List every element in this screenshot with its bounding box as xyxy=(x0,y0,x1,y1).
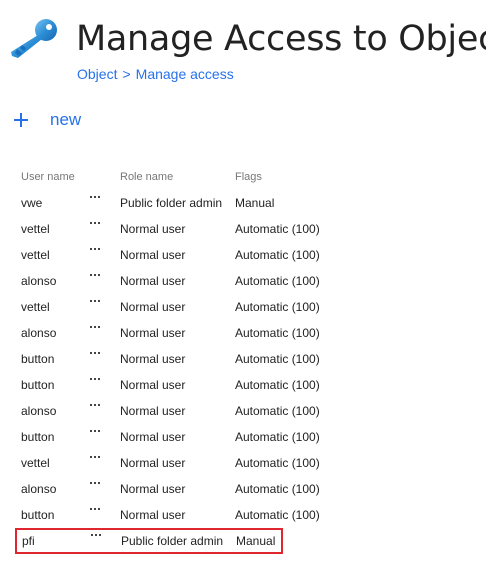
cell-flags: Manual xyxy=(235,196,275,210)
cell-flags: Automatic (100) xyxy=(235,456,320,470)
cell-flags: Automatic (100) xyxy=(235,482,320,496)
column-header-role-name: Role name xyxy=(120,171,174,183)
cell-role-name: Normal user xyxy=(120,274,186,288)
cell-user-name: vwe xyxy=(21,196,43,210)
table-header: User name Role name Flags xyxy=(14,166,474,188)
cell-flags: Automatic (100) xyxy=(235,222,320,236)
more-options-icon[interactable] xyxy=(90,398,102,424)
page-title: Manage Access to Object xyxy=(76,19,486,59)
cell-flags: Automatic (100) xyxy=(235,430,320,444)
cell-user-name: alonso xyxy=(21,404,57,418)
cell-user-name: button xyxy=(21,508,55,522)
cell-role-name: Normal user xyxy=(120,482,186,496)
cell-role-name: Public folder admin xyxy=(120,196,223,210)
cell-flags: Manual xyxy=(236,534,276,548)
cell-role-name: Normal user xyxy=(120,300,186,314)
cell-user-name: vettel xyxy=(21,300,50,314)
table-body: vwe Public folder admin Manual vettel Normal… xyxy=(14,190,474,554)
cell-role-name: Normal user xyxy=(120,352,186,366)
table-row[interactable]: vwe Public folder admin Manual xyxy=(14,190,474,216)
cell-user-name: vettel xyxy=(21,248,50,262)
cell-user-name: alonso xyxy=(21,326,57,340)
cell-flags: Automatic (100) xyxy=(235,248,320,262)
breadcrumb-item-manage-access[interactable]: Manage access xyxy=(136,66,234,82)
cell-user-name: button xyxy=(21,378,55,392)
table-row[interactable]: alonso Normal user Automatic (100) xyxy=(14,476,474,502)
cell-role-name: Public folder admin xyxy=(121,534,224,548)
more-options-icon[interactable] xyxy=(90,476,102,502)
page-header: Manage Access to Object Object > Manage ac… xyxy=(0,0,486,100)
cell-flags: Automatic (100) xyxy=(235,326,320,340)
table-row[interactable]: alonso Normal user Automatic (100) xyxy=(14,268,474,294)
table-row[interactable]: button Normal user Automatic (100) xyxy=(14,372,474,398)
cell-role-name: Normal user xyxy=(120,326,186,340)
more-options-icon[interactable] xyxy=(91,528,103,554)
cell-role-name: Normal user xyxy=(120,248,186,262)
more-options-icon[interactable] xyxy=(90,242,102,268)
new-button[interactable]: new xyxy=(14,108,81,132)
key-icon xyxy=(11,19,57,58)
cell-user-name: alonso xyxy=(21,274,57,288)
more-options-icon[interactable] xyxy=(90,450,102,476)
table-row-selected[interactable]: pfi Public folder admin Manual xyxy=(15,528,283,554)
cell-user-name: button xyxy=(21,430,55,444)
cell-flags: Automatic (100) xyxy=(235,274,320,288)
cell-role-name: Normal user xyxy=(120,404,186,418)
table-row[interactable]: vettel Normal user Automatic (100) xyxy=(14,294,474,320)
cell-user-name: pfi xyxy=(22,534,35,548)
access-table: User name Role name Flags vwe Public fold… xyxy=(14,166,474,554)
more-options-icon[interactable] xyxy=(90,372,102,398)
breadcrumb: Object > Manage access xyxy=(77,64,234,84)
cell-role-name: Normal user xyxy=(120,508,186,522)
cell-user-name: vettel xyxy=(21,222,50,236)
cell-role-name: Normal user xyxy=(120,430,186,444)
table-row[interactable]: vettel Normal user Automatic (100) xyxy=(14,450,474,476)
more-options-icon[interactable] xyxy=(90,294,102,320)
new-button-label: new xyxy=(50,110,82,129)
cell-flags: Automatic (100) xyxy=(235,378,320,392)
cell-role-name: Normal user xyxy=(120,456,186,470)
more-options-icon[interactable] xyxy=(90,190,102,216)
cell-user-name: button xyxy=(21,352,55,366)
table-row[interactable]: button Normal user Automatic (100) xyxy=(14,424,474,450)
plus-icon xyxy=(14,113,28,127)
cell-user-name: vettel xyxy=(21,456,50,470)
more-options-icon[interactable] xyxy=(90,346,102,372)
cell-flags: Automatic (100) xyxy=(235,352,320,366)
breadcrumb-item-object[interactable]: Object xyxy=(77,66,117,82)
cell-flags: Automatic (100) xyxy=(235,404,320,418)
table-row[interactable]: vettel Normal user Automatic (100) xyxy=(14,216,474,242)
cell-user-name: alonso xyxy=(21,482,57,496)
column-header-flags: Flags xyxy=(235,171,262,183)
breadcrumb-separator: > xyxy=(122,66,131,82)
cell-role-name: Normal user xyxy=(120,378,186,392)
more-options-icon[interactable] xyxy=(90,502,102,528)
cell-flags: Automatic (100) xyxy=(235,300,320,314)
cell-role-name: Normal user xyxy=(120,222,186,236)
table-row[interactable]: button Normal user Automatic (100) xyxy=(14,502,474,528)
table-row[interactable]: alonso Normal user Automatic (100) xyxy=(14,320,474,346)
more-options-icon[interactable] xyxy=(90,268,102,294)
column-header-user-name: User name xyxy=(21,171,75,183)
table-row[interactable]: button Normal user Automatic (100) xyxy=(14,346,474,372)
more-options-icon[interactable] xyxy=(90,216,102,242)
more-options-icon[interactable] xyxy=(90,320,102,346)
cell-flags: Automatic (100) xyxy=(235,508,320,522)
more-options-icon[interactable] xyxy=(90,424,102,450)
table-row[interactable]: vettel Normal user Automatic (100) xyxy=(14,242,474,268)
table-row[interactable]: alonso Normal user Automatic (100) xyxy=(14,398,474,424)
